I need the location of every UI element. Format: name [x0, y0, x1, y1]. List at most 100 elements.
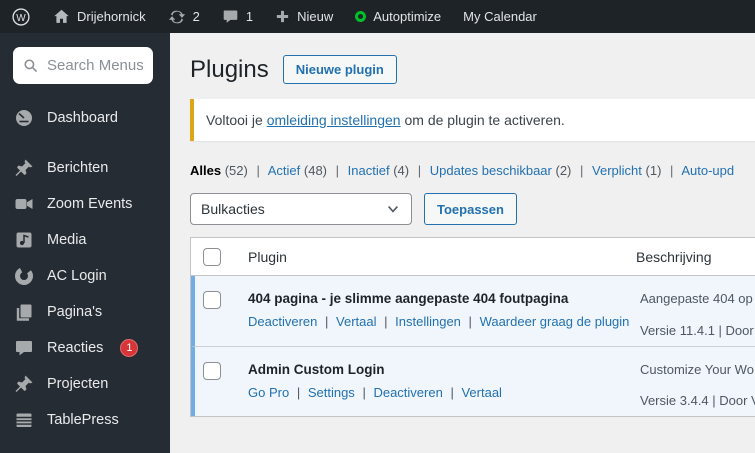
column-header-description: Beschrijving	[636, 248, 712, 265]
filter-inactief[interactable]: Inactief	[348, 163, 390, 178]
sidebar-item-label: Pagina's	[47, 304, 103, 320]
action-separator: |	[450, 384, 454, 400]
dashboard-icon	[16, 110, 32, 126]
wordpress-logo-icon: W	[12, 7, 30, 26]
filter-separator: |	[256, 163, 260, 178]
action-settings[interactable]: Settings	[308, 385, 355, 400]
search-icon	[24, 58, 38, 72]
wordpress-menu-button[interactable]: W	[0, 0, 42, 33]
sidebar-item-ac-login[interactable]: AC Login	[0, 258, 170, 294]
sidebar-item-tablepress[interactable]: TablePress	[0, 402, 170, 438]
notice-text-before: Voltooi je	[206, 112, 267, 128]
plugin-status-filters: Alles (52) | Actief (48) | Inactief (4) …	[190, 163, 755, 178]
sidebar-item-label: Media	[47, 232, 87, 248]
plugins-table: Plugin Beschrijving 404 pagina - je slim…	[190, 237, 755, 418]
comments-count-badge: 1	[120, 339, 139, 357]
bulk-actions-select[interactable]: Bulkacties	[190, 193, 412, 225]
site-name-link[interactable]: Drijehornick	[42, 0, 157, 33]
autoptimize-menu[interactable]: Autoptimize	[344, 0, 452, 33]
pin-icon	[15, 375, 33, 392]
media-icon	[16, 232, 32, 248]
filter-count: (4)	[393, 163, 410, 178]
action-separator: |	[384, 314, 388, 330]
action-instellingen[interactable]: Instellingen	[395, 314, 461, 329]
plugin-name: 404 pagina - je slimme aangepaste 404 fo…	[248, 291, 569, 306]
filter-auto-updates[interactable]: Auto-upd	[681, 163, 734, 178]
plugin-description: Aangepaste 404 op Versie 11.4.1 | Door	[640, 289, 755, 340]
plugin-name: Admin Custom Login	[248, 361, 385, 377]
new-content-button[interactable]: Nieuw	[264, 0, 344, 33]
sidebar-menu: Dashboard Berichten Zoom Events Media AC…	[0, 94, 170, 438]
new-plugin-button[interactable]: Nieuwe plugin	[282, 55, 397, 84]
action-separator: |	[468, 314, 472, 330]
pages-icon	[16, 304, 32, 321]
apply-button[interactable]: Toepassen	[424, 193, 517, 225]
filter-separator: |	[580, 163, 584, 178]
page-title: Plugins	[190, 55, 269, 83]
site-name-label: Drijehornick	[77, 9, 146, 24]
plugin-description: Customize Your Wo Versie 3.4.4 | Door V	[640, 360, 755, 411]
sidebar-item-reacties[interactable]: Reacties 1	[0, 330, 170, 366]
sidebar-item-label: Reacties	[47, 340, 104, 356]
sidebar-item-zoom-events[interactable]: Zoom Events	[0, 186, 170, 222]
comments-count: 1	[245, 9, 254, 24]
select-all-checkbox[interactable]	[203, 247, 221, 266]
admin-bar: W Drijehornick 2 1 Nieuw Autoptimize My …	[0, 0, 755, 33]
home-icon	[54, 9, 69, 23]
action-vertaal[interactable]: Vertaal	[461, 385, 501, 400]
filter-separator: |	[335, 163, 340, 178]
action-deactiveren[interactable]: Deactiveren	[373, 385, 442, 400]
description-text: Customize Your Wo	[640, 361, 754, 377]
my-calendar-menu[interactable]: My Calendar	[452, 0, 548, 33]
version-meta: Versie 3.4.4 | Door V	[640, 393, 755, 409]
filter-separator: |	[417, 163, 422, 178]
updates-button[interactable]: 2	[157, 0, 211, 33]
filter-count: (2)	[555, 163, 572, 178]
sidebar-item-label: AC Login	[47, 268, 107, 284]
plus-icon	[276, 10, 289, 23]
redirect-settings-link[interactable]: omleiding instellingen	[267, 112, 401, 128]
action-deactiveren[interactable]: Deactiveren	[248, 314, 317, 329]
bulk-actions-selected-value: Bulkacties	[201, 201, 265, 217]
sidebar-item-label: Dashboard	[47, 110, 118, 126]
filter-verplicht[interactable]: Verplicht	[592, 163, 642, 178]
sidebar-item-label: TablePress	[47, 412, 119, 428]
filter-actief[interactable]: Actief	[268, 163, 301, 178]
description-text: Aangepaste 404 op	[640, 291, 753, 306]
row-checkbox[interactable]	[203, 291, 221, 309]
admin-sidebar: Dashboard Berichten Zoom Events Media	[0, 33, 170, 453]
sidebar-item-projecten[interactable]: Projecten	[0, 366, 170, 402]
table-icon	[16, 413, 32, 427]
menu-search-box[interactable]	[13, 47, 153, 84]
action-separator: |	[325, 314, 329, 330]
admin-notice: Voltooi je omleiding instellingen om de …	[190, 99, 755, 141]
my-calendar-label: My Calendar	[463, 9, 537, 24]
action-go-pro[interactable]: Go Pro	[248, 385, 289, 400]
menu-search-input[interactable]	[47, 57, 143, 74]
row-checkbox[interactable]	[203, 361, 221, 380]
filter-alles[interactable]: Alles	[190, 163, 221, 178]
action-vertaal[interactable]: Vertaal	[336, 314, 376, 329]
table-row: Admin Custom Login Go Pro | Settings | D…	[191, 345, 755, 417]
plugin-row-actions: Go Pro | Settings | Deactiveren | Vertaa…	[248, 382, 633, 403]
sidebar-item-dashboard[interactable]: Dashboard	[0, 100, 170, 136]
table-header-row: Plugin Beschrijving	[191, 238, 755, 276]
filter-separator: |	[670, 163, 674, 178]
sidebar-item-berichten[interactable]: Berichten	[0, 150, 170, 186]
column-header-plugin: Plugin	[248, 248, 287, 265]
plugin-row-actions: Deactiveren | Vertaal | Instellingen | W…	[248, 311, 633, 332]
action-waardeer[interactable]: Waardeer graag de plugin	[480, 314, 630, 329]
svg-text:W: W	[16, 12, 26, 23]
comments-icon	[16, 341, 32, 356]
new-label: Nieuw	[297, 9, 334, 24]
notice-text-after: om de plugin te activeren.	[400, 112, 565, 128]
autoptimize-label: Autoptimize	[373, 9, 442, 24]
updates-count: 2	[192, 9, 200, 24]
version-meta: Versie 11.4.1 | Door	[640, 322, 754, 338]
table-row: 404 pagina - je slimme aangepaste 404 fo…	[191, 276, 755, 346]
sidebar-item-media[interactable]: Media	[0, 222, 170, 258]
video-camera-icon	[15, 199, 33, 209]
comments-button[interactable]: 1	[211, 0, 264, 33]
sidebar-item-paginas[interactable]: Pagina's	[0, 294, 170, 330]
filter-updates-beschikbaar[interactable]: Updates beschikbaar	[430, 163, 552, 178]
